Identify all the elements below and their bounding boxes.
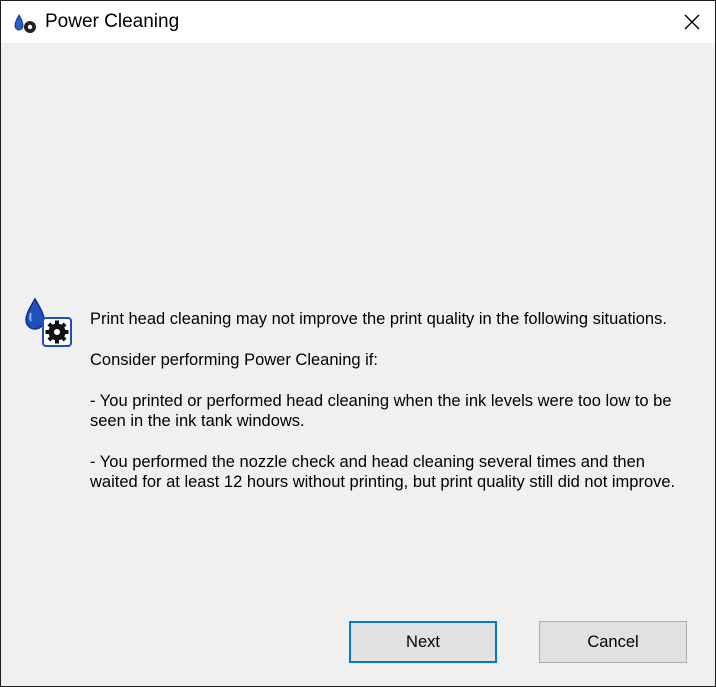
message-text: Print head cleaning may not improve the … bbox=[90, 309, 680, 513]
close-icon bbox=[684, 14, 700, 30]
cancel-button[interactable]: Cancel bbox=[539, 621, 687, 663]
message-reason-repeated-cleaning: - You performed the nozzle check and hea… bbox=[90, 453, 676, 491]
close-button[interactable] bbox=[669, 1, 715, 43]
title-bar: Power Cleaning bbox=[1, 1, 715, 43]
next-button[interactable]: Next bbox=[349, 621, 497, 663]
message-reason-ink-low: - You printed or performed head cleaning… bbox=[90, 392, 672, 430]
ink-drop-gear-icon bbox=[25, 297, 72, 347]
printer-cleaning-icon bbox=[14, 14, 36, 33]
dialog-content: Print head cleaning may not improve the … bbox=[1, 43, 715, 686]
window-title: Power Cleaning bbox=[45, 11, 180, 32]
message-intro: Print head cleaning may not improve the … bbox=[90, 310, 667, 328]
power-cleaning-window: Power Cleaning Print head cleaning may n… bbox=[0, 0, 716, 687]
message-consider: Consider performing Power Cleaning if: bbox=[90, 351, 378, 369]
